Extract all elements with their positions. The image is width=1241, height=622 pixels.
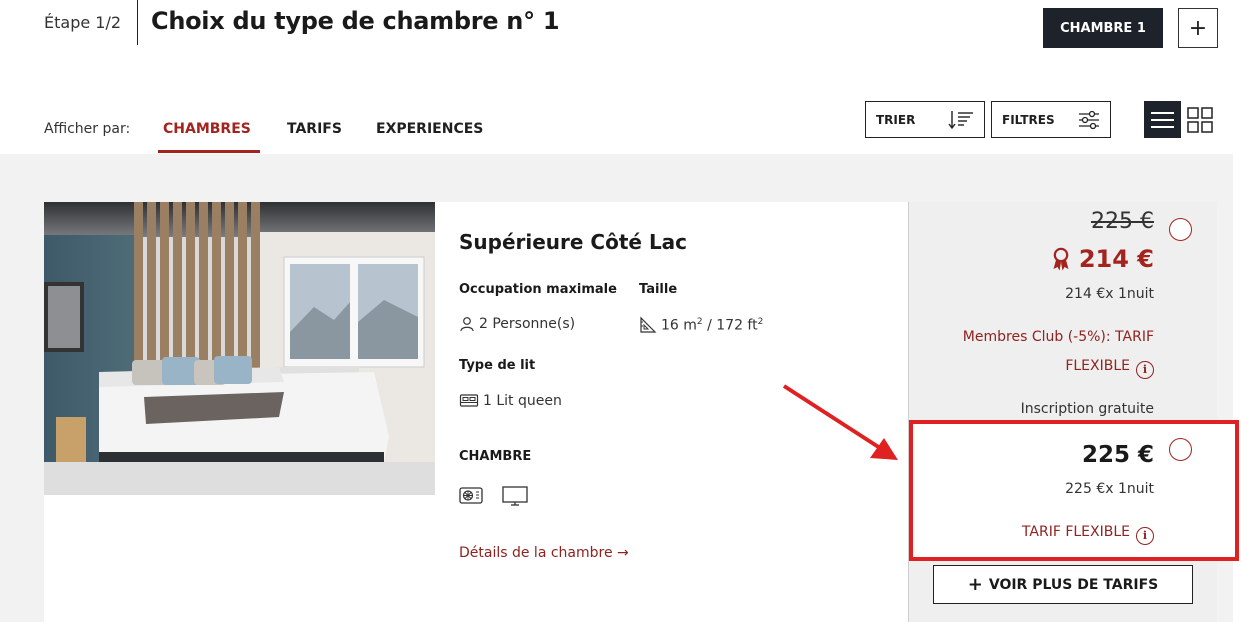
size-sup-2: 2 xyxy=(757,316,764,327)
member-per-night: 214 €x 1nuit xyxy=(1065,286,1154,302)
bed-type-label: Type de lit xyxy=(459,358,536,373)
sort-icon xyxy=(948,110,973,129)
size-ft2: / 172 ft xyxy=(702,317,758,334)
room-name[interactable]: Supérieure Côté Lac xyxy=(459,230,687,254)
tab-rates[interactable]: TARIFS xyxy=(287,121,342,137)
size-label: Taille xyxy=(639,282,678,297)
standard-rate-name: TARIF FLEXIBLE i xyxy=(1022,524,1154,545)
list-view-button[interactable] xyxy=(1144,101,1181,138)
member-price-value: 214 € xyxy=(1078,245,1154,273)
tv-icon xyxy=(502,486,528,506)
bed-type-text: 1 Lit queen xyxy=(483,393,562,409)
sort-label: TRIER xyxy=(876,112,916,127)
standard-per-night: 225 €x 1nuit xyxy=(1065,481,1154,497)
standard-price: 225 € xyxy=(1081,442,1154,468)
see-more-rates-label: VOIR PLUS DE TARIFS xyxy=(988,576,1159,593)
step-indicator: Étape 1/2 xyxy=(44,13,122,32)
standard-rate-name-text: TARIF FLEXIBLE xyxy=(1021,524,1130,540)
filters-button[interactable]: FILTRES xyxy=(991,101,1111,138)
filters-label: FILTRES xyxy=(1002,112,1055,127)
size-m2: 16 m xyxy=(661,317,697,334)
member-rate-info-icon[interactable]: i xyxy=(1136,360,1154,379)
occupancy-text: 2 Personne(s) xyxy=(479,316,576,332)
annotation-arrow xyxy=(782,384,898,460)
standard-rate-radio[interactable] xyxy=(1169,438,1192,461)
member-rate-name-text: FLEXIBLE xyxy=(1065,358,1130,374)
see-more-rates-button[interactable]: + VOIR PLUS DE TARIFS xyxy=(933,565,1193,604)
member-price: 214 € xyxy=(1051,245,1154,273)
amenities-label: CHAMBRE xyxy=(459,449,532,464)
bed-type-value: 1 Lit queen xyxy=(459,393,562,409)
member-rate-radio[interactable] xyxy=(1169,218,1192,241)
filter-sliders-icon xyxy=(1079,110,1099,129)
room-details-link[interactable]: Détails de la chambre → xyxy=(459,545,629,561)
free-signup-note: Inscription gratuite xyxy=(1020,401,1154,417)
list-line xyxy=(1151,118,1174,121)
plus-icon: + xyxy=(967,574,983,595)
active-tab-underline xyxy=(158,150,260,153)
ruler-triangle-icon xyxy=(640,316,657,333)
member-award-icon xyxy=(1053,247,1069,271)
grid-view-icon[interactable] xyxy=(1187,107,1213,133)
sort-button[interactable]: TRIER xyxy=(865,101,985,138)
list-line xyxy=(1151,111,1174,114)
page-title: Choix du type de chambre n° 1 xyxy=(151,7,560,35)
member-rate-name-line2: FLEXIBLE i xyxy=(1065,358,1154,379)
room-photo[interactable] xyxy=(44,202,435,495)
air-conditioning-icon xyxy=(459,487,483,504)
add-room-button[interactable]: + xyxy=(1178,8,1218,48)
header-divider xyxy=(137,0,138,45)
person-icon xyxy=(460,317,474,332)
size-value: 16 m2 / 172 ft2 xyxy=(639,316,763,334)
show-by-label: Afficher par: xyxy=(44,121,131,137)
room-1-tab[interactable]: CHAMBRE 1 xyxy=(1043,8,1163,48)
bed-icon xyxy=(459,394,479,407)
standard-rate-info-icon[interactable]: i xyxy=(1136,526,1154,545)
tab-experiences[interactable]: EXPERIENCES xyxy=(376,121,483,137)
size-text: 16 m2 / 172 ft2 xyxy=(661,317,763,334)
list-line xyxy=(1151,125,1174,128)
occupancy-label: Occupation maximale xyxy=(459,282,617,297)
occupancy-value: 2 Personne(s) xyxy=(459,316,575,332)
original-price: 225 € xyxy=(1091,209,1154,234)
member-rate-name-line1: Membres Club (-5%): TARIF xyxy=(962,329,1154,345)
tab-rooms[interactable]: CHAMBRES xyxy=(163,121,251,137)
